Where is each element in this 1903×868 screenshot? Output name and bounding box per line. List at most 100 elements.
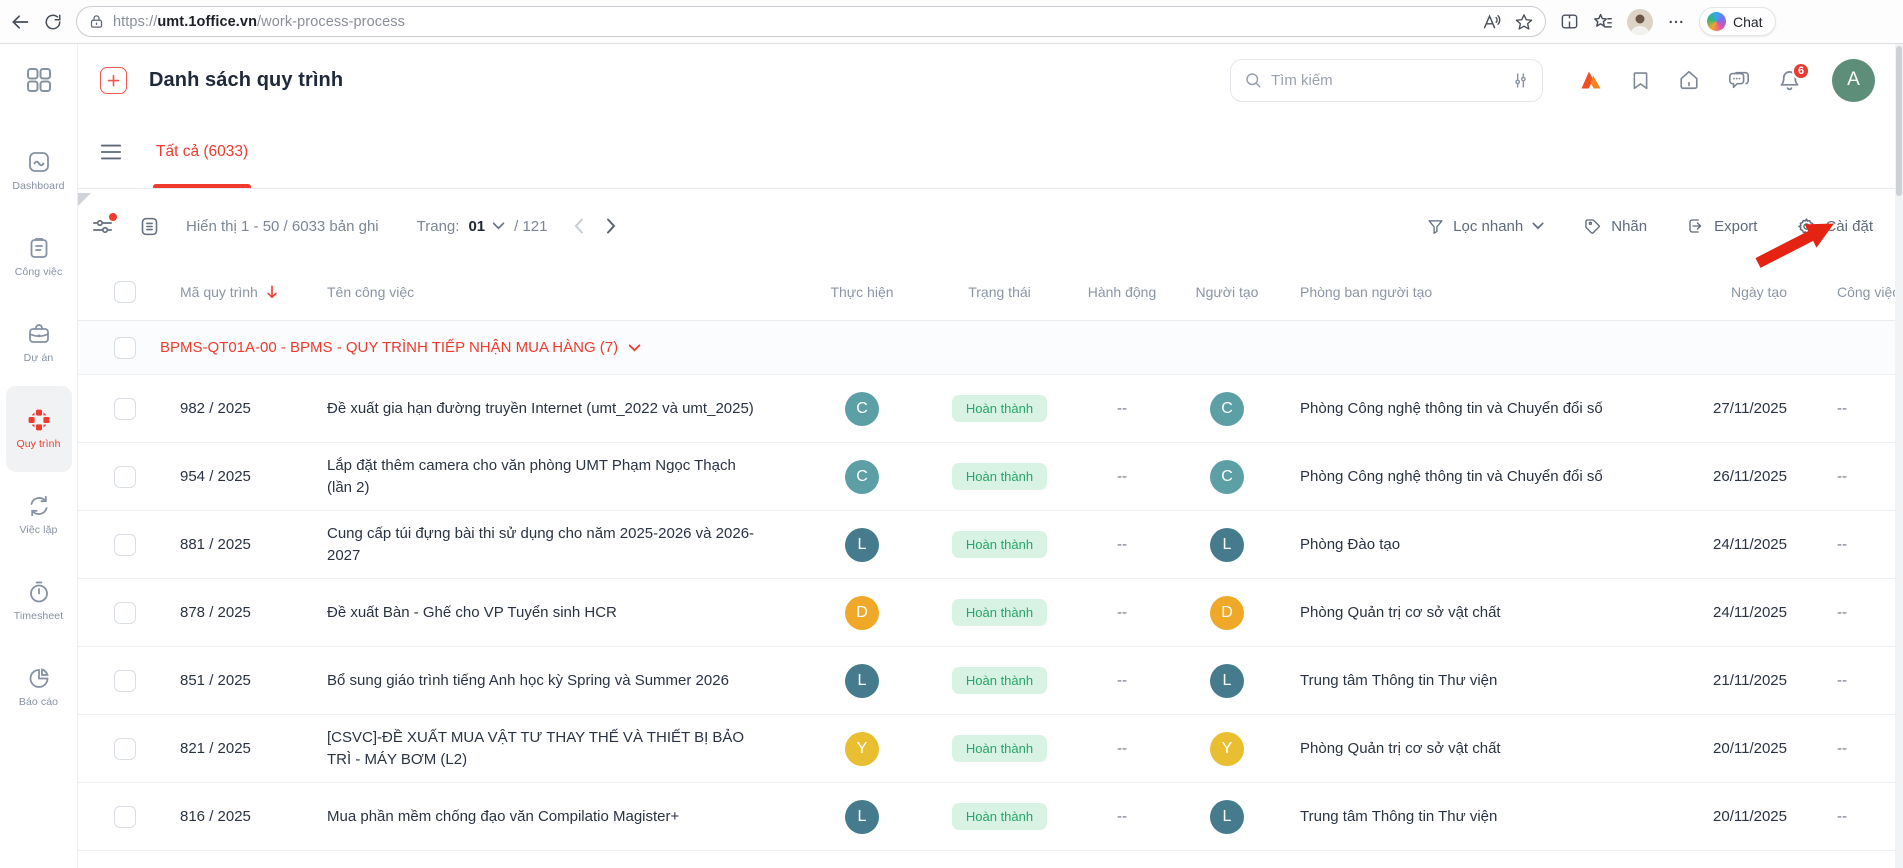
page-scrollbar[interactable] [1895, 44, 1903, 868]
sidebar-item-quy-trinh[interactable]: Quy trình [6, 386, 72, 472]
work-value: -- [1787, 604, 1903, 621]
sidebar-item-bao-cao[interactable]: Báo cáo [6, 644, 72, 730]
group-checkbox[interactable] [114, 337, 136, 359]
creator-avatar[interactable]: L [1210, 800, 1244, 834]
column-header-dept[interactable]: Phòng ban người tạo [1292, 284, 1682, 300]
menu-hamburger-icon[interactable] [100, 143, 122, 161]
task-title[interactable]: [CSVC]-ĐỀ XUẤT MUA VẬT TƯ THAY THẾ VÀ TH… [327, 727, 807, 771]
row-checkbox[interactable] [114, 534, 136, 556]
table-row[interactable]: 851 / 2025 Bổ sung giáo trình tiếng Anh … [78, 647, 1903, 715]
next-page-icon[interactable] [606, 218, 616, 234]
briefcase-icon [27, 322, 51, 346]
row-checkbox[interactable] [114, 806, 136, 828]
sidebar-item-du-an[interactable]: Dự án [6, 300, 72, 386]
assignee-avatar[interactable]: D [845, 596, 879, 630]
column-header-code[interactable]: Mã quy trình [160, 284, 327, 300]
assignee-avatar[interactable]: L [845, 800, 879, 834]
column-header-assignee[interactable]: Thực hiện [807, 284, 917, 300]
notifications-bell-icon[interactable]: 6 [1778, 69, 1801, 92]
browser-back-icon[interactable] [10, 12, 30, 32]
browser-refresh-icon[interactable] [44, 13, 62, 31]
sort-desc-icon[interactable] [266, 285, 278, 299]
task-title[interactable]: Cung cấp túi đựng bài thi sử dụng cho nă… [327, 523, 807, 567]
sidebar-item-viec-lap[interactable]: Việc lặp [6, 472, 72, 558]
prev-page-icon[interactable] [574, 218, 584, 234]
column-header-creator[interactable]: Người tạo [1162, 284, 1292, 300]
assignee-avatar[interactable]: C [845, 460, 879, 494]
work-value: -- [1787, 808, 1903, 825]
user-avatar[interactable]: A [1832, 59, 1875, 102]
row-checkbox[interactable] [114, 398, 136, 420]
page-selector[interactable]: 01 [468, 218, 505, 235]
column-header-work[interactable]: Công việc [1787, 284, 1903, 300]
tab-all[interactable]: Tất cả (6033) [156, 116, 248, 188]
created-date: 21/11/2025 [1682, 672, 1787, 689]
export-button[interactable]: Export [1687, 217, 1757, 235]
row-checkbox[interactable] [114, 602, 136, 624]
row-checkbox[interactable] [114, 466, 136, 488]
creator-avatar[interactable]: Y [1210, 732, 1244, 766]
collections-icon[interactable] [1593, 13, 1613, 31]
assignee-avatar[interactable]: L [845, 528, 879, 562]
quick-filter-label: Lọc nhanh [1453, 218, 1523, 235]
column-header-action[interactable]: Hành động [1082, 284, 1162, 300]
group-title[interactable]: BPMS-QT01A-00 - BPMS - QUY TRÌNH TIẾP NH… [160, 339, 1903, 356]
task-title[interactable]: Mua phần mềm chống đạo văn Compilatio Ma… [327, 806, 807, 828]
creator-avatar[interactable]: D [1210, 596, 1244, 630]
browser-profile-avatar[interactable] [1627, 9, 1653, 35]
view-settings-icon[interactable] [92, 217, 113, 236]
assignee-avatar[interactable]: C [845, 392, 879, 426]
copilot-chat-button[interactable]: Chat [1699, 7, 1776, 36]
work-value: -- [1787, 740, 1903, 757]
process-code: 881 / 2025 [160, 536, 327, 553]
chat-bubbles-icon[interactable] [1727, 69, 1751, 91]
search-filter-icon[interactable] [1512, 72, 1529, 89]
read-aloud-icon[interactable] [1482, 13, 1501, 30]
table-row[interactable]: 878 / 2025 Đề xuất Bàn - Ghế cho VP Tuyể… [78, 579, 1903, 647]
table-row[interactable]: 821 / 2025 [CSVC]-ĐỀ XUẤT MUA VẬT TƯ THA… [78, 715, 1903, 783]
browser-more-icon[interactable] [1667, 13, 1685, 31]
creator-avatar[interactable]: L [1210, 528, 1244, 562]
table-row[interactable]: 881 / 2025 Cung cấp túi đựng bài thi sử … [78, 511, 1903, 579]
scrollbar-thumb[interactable] [1896, 46, 1902, 196]
assignee-avatar[interactable]: L [845, 664, 879, 698]
sidebar-item-cong-viec[interactable]: Công việc [6, 214, 72, 300]
add-process-button[interactable] [100, 67, 127, 94]
split-screen-icon[interactable] [1560, 12, 1579, 31]
stopwatch-icon [27, 580, 51, 604]
copilot-icon [1707, 12, 1726, 31]
brand-logo-icon[interactable] [1579, 68, 1603, 92]
row-checkbox[interactable] [114, 738, 136, 760]
apps-grid-icon[interactable] [25, 66, 53, 94]
address-bar[interactable]: https://umt.1office.vn/work-process-proc… [76, 6, 1546, 37]
sidebar-item-dashboard[interactable]: Dashboard [6, 128, 72, 214]
assignee-avatar[interactable]: Y [845, 732, 879, 766]
row-checkbox[interactable] [114, 670, 136, 692]
home-icon[interactable] [1678, 69, 1700, 91]
bookmark-icon[interactable] [1630, 70, 1651, 91]
settings-button[interactable]: Cài đặt [1797, 217, 1873, 236]
sidebar-item-timesheet[interactable]: Timesheet [6, 558, 72, 644]
task-title[interactable]: Lắp đặt thêm camera cho văn phòng UMT Ph… [327, 455, 807, 499]
list-view-icon[interactable] [139, 216, 160, 237]
creator-avatar[interactable]: C [1210, 460, 1244, 494]
creator-avatar[interactable]: L [1210, 664, 1244, 698]
table-row[interactable]: 982 / 2025 Đề xuất gia hạn đường truyền … [78, 375, 1903, 443]
task-title[interactable]: Đề xuất gia hạn đường truyền Internet (u… [327, 398, 807, 420]
table-row[interactable]: 954 / 2025 Lắp đặt thêm camera cho văn p… [78, 443, 1903, 511]
task-title[interactable]: Bổ sung giáo trình tiếng Anh học kỳ Spri… [327, 670, 807, 692]
group-header-row[interactable]: BPMS-QT01A-00 - BPMS - QUY TRÌNH TIẾP NH… [78, 321, 1903, 375]
search-box[interactable] [1230, 59, 1543, 102]
labels-button[interactable]: Nhãn [1584, 217, 1647, 235]
column-header-status[interactable]: Trạng thái [917, 284, 1082, 300]
select-all-checkbox[interactable] [114, 281, 136, 303]
column-header-title[interactable]: Tên công việc [327, 284, 807, 300]
search-input[interactable] [1271, 72, 1503, 89]
favorite-star-icon[interactable] [1515, 13, 1533, 31]
creator-department: Phòng Công nghệ thông tin và Chuyển đổi … [1292, 400, 1682, 417]
creator-avatar[interactable]: C [1210, 392, 1244, 426]
table-row[interactable]: 816 / 2025 Mua phần mềm chống đạo văn Co… [78, 783, 1903, 851]
column-header-date[interactable]: Ngày tạo [1682, 284, 1787, 300]
task-title[interactable]: Đề xuất Bàn - Ghế cho VP Tuyển sinh HCR [327, 602, 807, 624]
quick-filter-button[interactable]: Lọc nhanh [1427, 218, 1544, 235]
